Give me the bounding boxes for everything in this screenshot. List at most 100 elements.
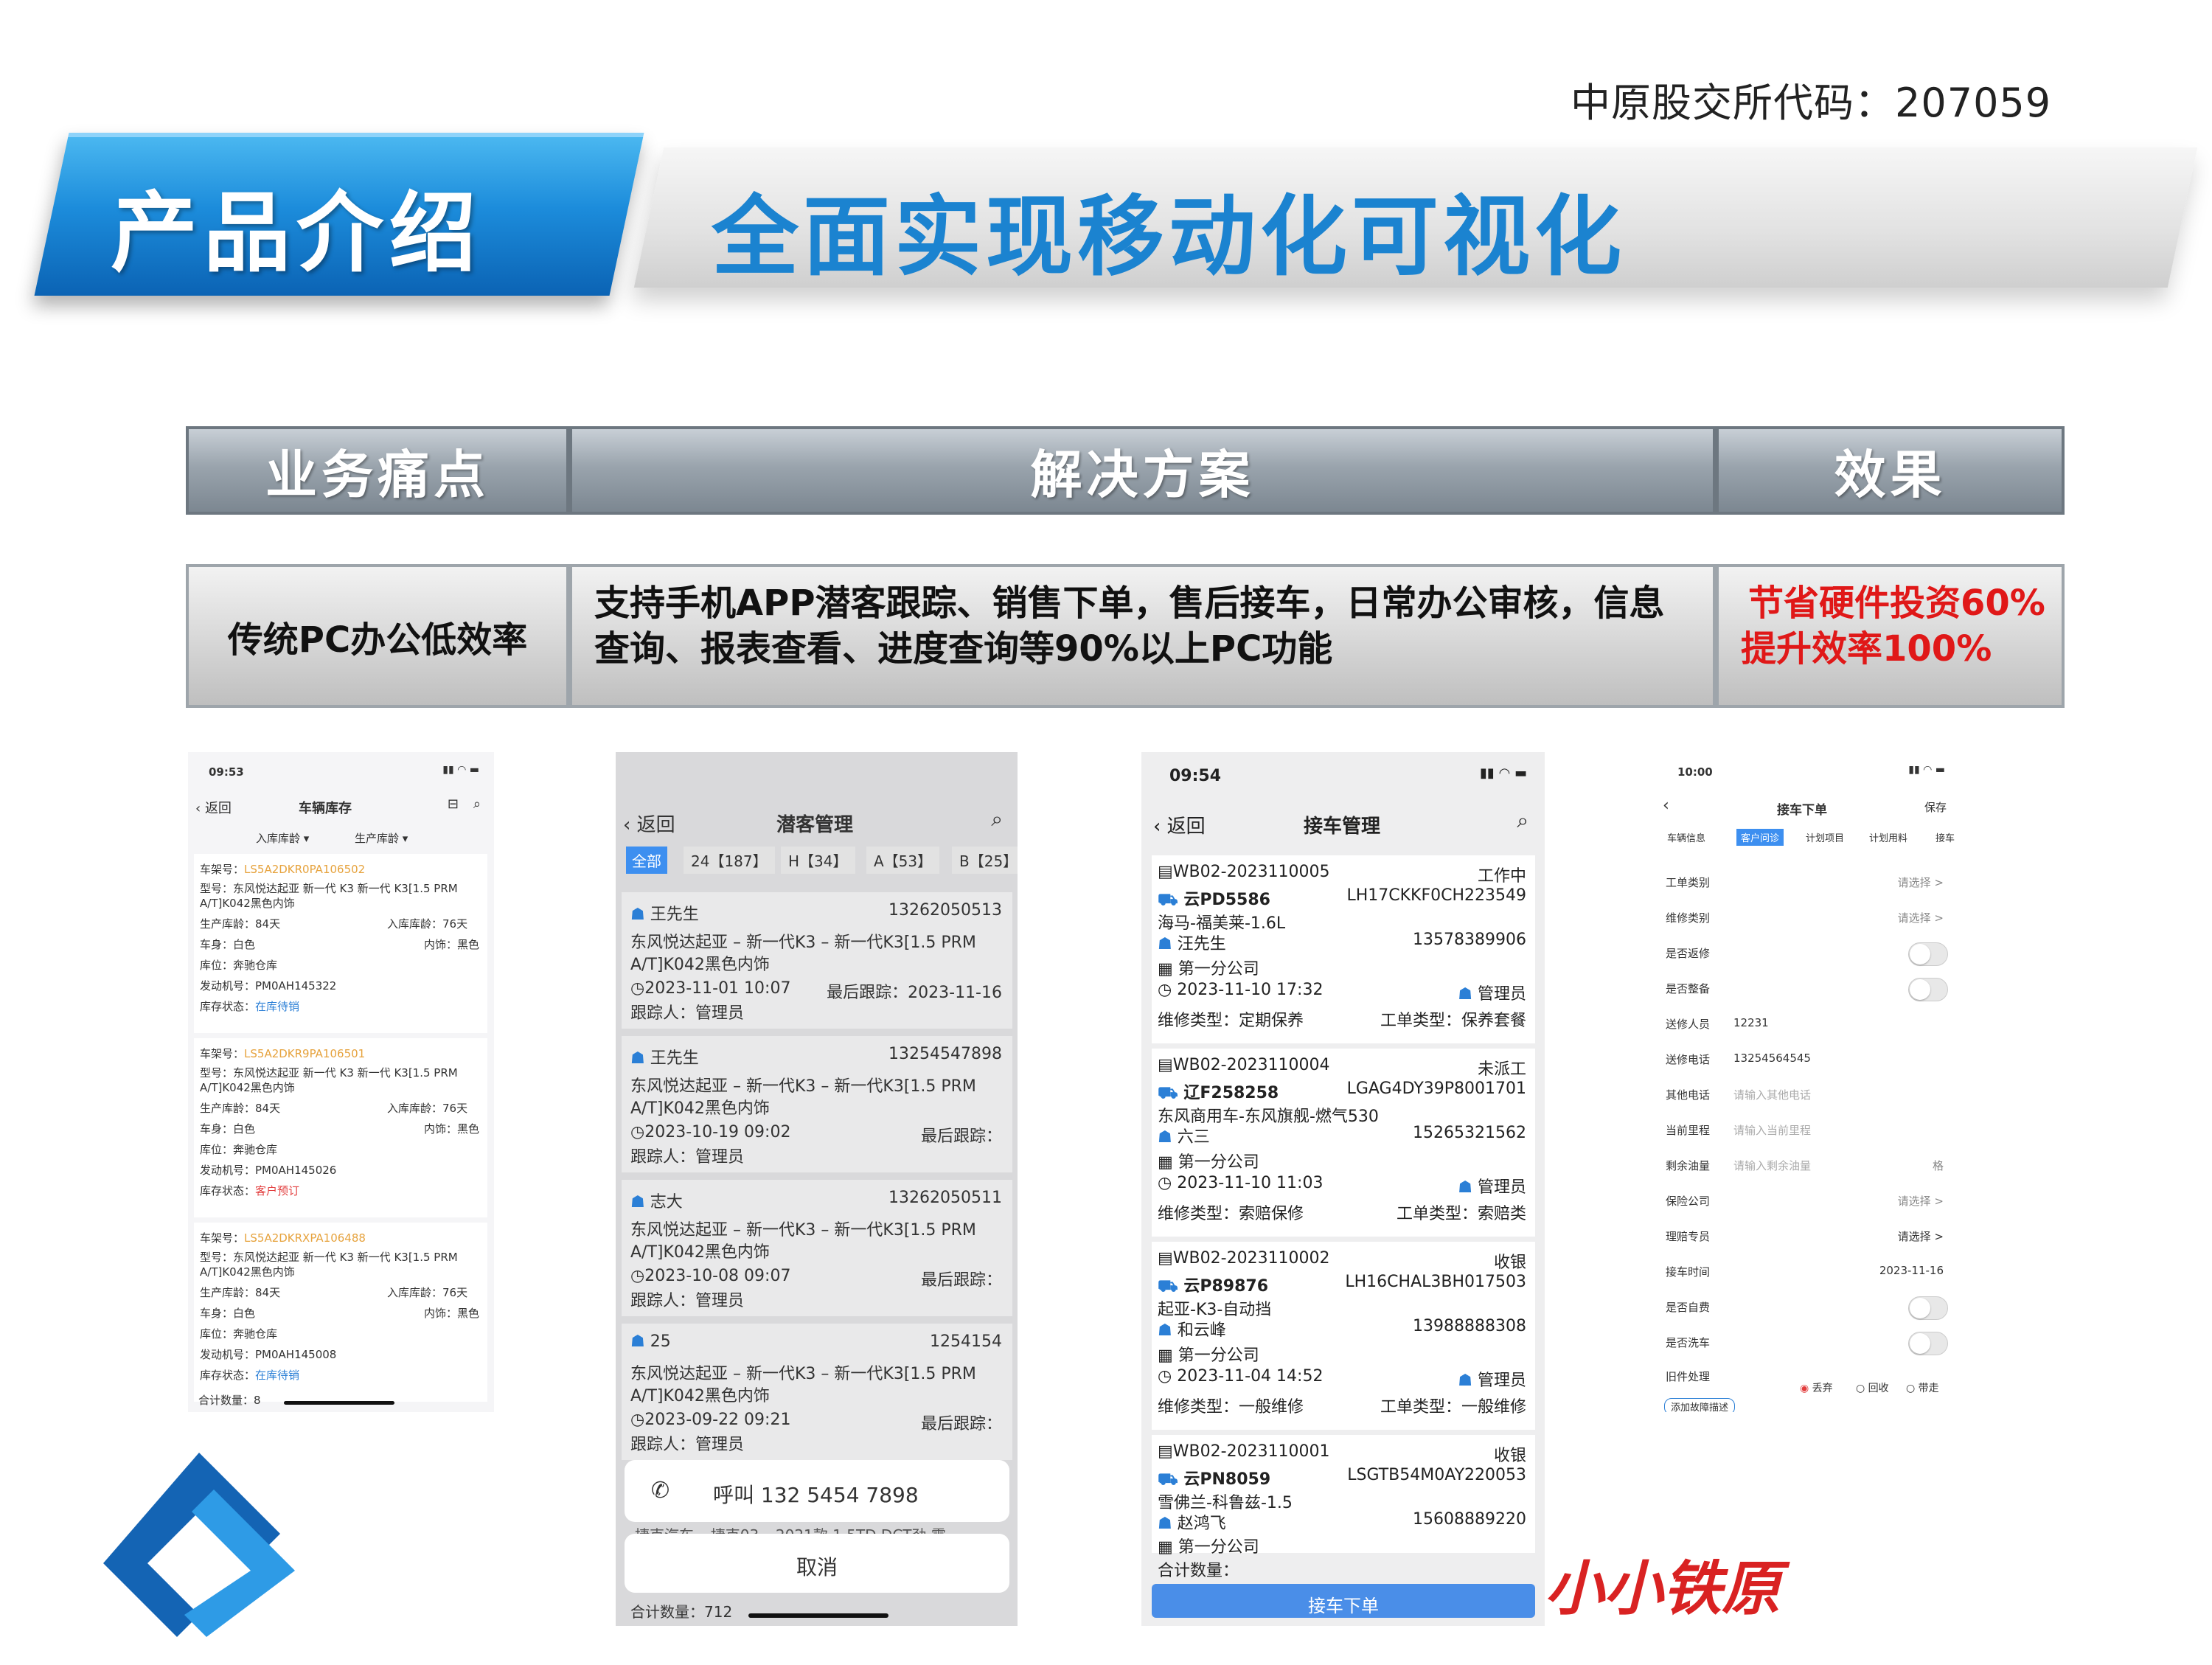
fuel-input[interactable]: 请输入剩余油量: [1733, 1158, 1811, 1173]
other-phone-input[interactable]: 请输入其他电话: [1733, 1087, 1811, 1102]
building-icon: ▦: [1158, 1153, 1173, 1172]
car-icon: ⛟: [1158, 891, 1178, 909]
page-title: 全面实现移动化可视化: [712, 186, 1627, 288]
phone-lead-management: ‹ 返回 潜客管理 ⌕ 全部 24【187】 H【34】 A【53】 B【25】…: [616, 752, 1018, 1626]
total-count: 合计数量：: [1158, 1562, 1239, 1580]
list-item[interactable]: ▤WB02-2023110001 收银 ⛟ 云PN8059 LSGTB54M0A…: [1152, 1435, 1535, 1557]
building-icon: ▦: [1158, 960, 1173, 979]
chevron-left-icon: ‹: [623, 814, 631, 836]
tab-plan-items[interactable]: 计划项目: [1806, 830, 1844, 844]
solution-line-2: 查询、报表查看、进度查询等90%以上PC功能: [594, 628, 1333, 670]
self-pay-toggle[interactable]: [1908, 1296, 1948, 1320]
doc-icon: ▤: [1158, 1249, 1173, 1268]
work-type-select[interactable]: 请选择 >: [1898, 875, 1944, 890]
tab-vehicle-info[interactable]: 车辆信息: [1667, 830, 1705, 844]
nav-title: 车辆库存: [299, 801, 352, 816]
list-item[interactable]: ☗ 25 1254154 东风悦达起亚 – 新一代K3 – 新一代K3[1.5 …: [622, 1324, 1012, 1460]
search-icon[interactable]: ⌕: [1517, 808, 1528, 833]
user-icon: ☗: [630, 906, 645, 924]
list-item[interactable]: ☗ 志大 13262050511 东风悦达起亚 – 新一代K3 – 新一代K3[…: [622, 1180, 1012, 1316]
status-time: 09:54: [1169, 767, 1222, 785]
doc-icon: ▤: [1158, 1056, 1173, 1074]
back-button[interactable]: ‹ 返回: [1153, 811, 1206, 838]
cell-solution: 支持手机APP潜客跟踪、销售下单，售后接车，日常办公审核，信息 查询、报表查看、…: [569, 564, 1716, 708]
tab-reception[interactable]: 接车: [1935, 830, 1955, 844]
effect-line-2: 提升效率100%: [1741, 628, 1992, 670]
radio-icon: ○: [1906, 1383, 1916, 1394]
nav-title: 潜客管理: [776, 814, 854, 836]
call-button[interactable]: ✆ 呼叫 132 5454 7898: [625, 1460, 1009, 1522]
home-indicator: [284, 1401, 394, 1405]
tab-all[interactable]: 全部: [626, 847, 667, 874]
list-item[interactable]: 车架号：LS5A2DKR0PA106502 型号：东风悦达起亚 新一代 K3 新…: [194, 854, 487, 1033]
radio-checked-icon: ◉: [1800, 1383, 1809, 1394]
cell-effect: 节省硬件投资60% 提升效率100%: [1716, 564, 2065, 708]
rework-toggle[interactable]: [1908, 942, 1948, 966]
status-icons: ▮▮ ◠ ▬: [1480, 765, 1527, 781]
header-solution: 解决方案: [569, 426, 1716, 515]
tab-plan-materials[interactable]: 计划用料: [1869, 830, 1907, 844]
chevron-left-icon: ‹: [1153, 816, 1161, 838]
building-icon: ▦: [1158, 1346, 1173, 1365]
tab-customer-consult[interactable]: 客户问诊: [1736, 829, 1784, 846]
clock-icon: ◷: [1158, 981, 1172, 999]
clock-icon: ◷: [630, 1123, 645, 1141]
phone-reception-management: 09:54 ▮▮ ◠ ▬ ‹ 返回 接车管理 ⌕ ▤WB02-202311000…: [1141, 752, 1545, 1626]
solution-line-1: 支持手机APP潜客跟踪、销售下单，售后接车，日常办公审核，信息: [594, 583, 1665, 624]
tab-h[interactable]: H【34】: [781, 847, 855, 874]
list-item[interactable]: 车架号：LS5A2DKR9PA106501 型号：东风悦达起亚 新一代 K3 新…: [194, 1038, 487, 1217]
tab-b[interactable]: B【25】: [952, 847, 1018, 874]
radio-discard[interactable]: ◉ 丢弃: [1800, 1380, 1833, 1395]
list-item[interactable]: ☗ 王先生 13262050513 东风悦达起亚 – 新一代K3 – 新一代K3…: [622, 892, 1012, 1029]
search-icon[interactable]: ⌕: [991, 807, 1003, 832]
claims-select[interactable]: 请选择 >: [1898, 1228, 1944, 1244]
tab-24[interactable]: 24【187】: [684, 847, 775, 874]
reception-time[interactable]: 2023-11-16: [1879, 1264, 1944, 1277]
phone-vehicle-inventory: 09:53 ▮▮ ◠ ▬ ‹ 返回 车辆库存 ⌕ ⊟ 入库库龄 ▾ 生产库龄 ▾…: [188, 752, 494, 1412]
mileage-input[interactable]: 请输入当前里程: [1733, 1122, 1811, 1138]
clock-icon: ◷: [630, 1411, 645, 1429]
scan-icon[interactable]: ⊟: [448, 796, 459, 812]
admin-icon: ☗: [1458, 1178, 1472, 1197]
user-icon: ☗: [1158, 1321, 1172, 1340]
total-count: 合计数量：712: [630, 1603, 733, 1621]
clock-icon: ◷: [630, 1267, 645, 1285]
search-icon[interactable]: ⌕: [473, 796, 481, 812]
total-count: 合计数量：8: [198, 1394, 261, 1407]
tab-a[interactable]: A【53】: [866, 847, 940, 874]
chevron-left-icon: ‹: [1663, 796, 1669, 815]
prep-toggle[interactable]: [1908, 978, 1948, 1001]
list-item[interactable]: ▤WB02-2023110004 未派工 ⛟ 辽F258258 LGAG4DY3…: [1152, 1049, 1535, 1237]
back-button[interactable]: ‹ 返回: [195, 798, 232, 817]
add-fault-button[interactable]: 添加故障描述: [1664, 1398, 1736, 1412]
stock-code: 中原股交所代码：207059: [1571, 80, 2052, 126]
car-icon: ⛟: [1158, 1470, 1178, 1489]
cancel-button[interactable]: 取消: [625, 1534, 1009, 1593]
radio-take[interactable]: ○ 带走: [1906, 1380, 1939, 1395]
save-button[interactable]: 保存: [1924, 799, 1947, 815]
back-button[interactable]: ‹: [1663, 796, 1669, 815]
radio-recycle[interactable]: ○ 回收: [1856, 1380, 1889, 1395]
repair-type-select[interactable]: 请选择 >: [1898, 910, 1944, 925]
create-order-button[interactable]: 接车下单: [1152, 1584, 1535, 1618]
list-item[interactable]: ▤WB02-2023110002 收银 ⛟ 云P89876 LH16CHAL3B…: [1152, 1242, 1535, 1430]
header-pain-point: 业务痛点: [186, 426, 569, 515]
sender-phone-input[interactable]: 13254564545: [1733, 1052, 1811, 1065]
filter-in-age[interactable]: 入库库龄 ▾: [256, 830, 309, 846]
list-item[interactable]: ▤WB02-2023110005 工作中 ⛟ 云PD5586 LH17CKKF0…: [1152, 855, 1535, 1043]
admin-icon: ☗: [1458, 1372, 1472, 1390]
filter-prod-age[interactable]: 生产库龄 ▾: [355, 830, 408, 846]
list-item[interactable]: ☗ 王先生 13254547898 东风悦达起亚 – 新一代K3 – 新一代K3…: [622, 1036, 1012, 1172]
product-label: 产品介绍: [111, 182, 483, 284]
sender-input[interactable]: 12231: [1733, 1016, 1769, 1029]
car-icon: ⛟: [1158, 1277, 1178, 1296]
status-time: 09:53: [209, 765, 244, 779]
pain-point-text: 传统PC办公低效率: [227, 619, 528, 661]
list-item[interactable]: 车架号：LS5A2DKRXPA106488 型号：东风悦达起亚 新一代 K3 新…: [194, 1223, 487, 1402]
company-logo: [103, 1453, 295, 1637]
insurer-select[interactable]: 请选择 >: [1898, 1193, 1944, 1209]
radio-icon: ○: [1856, 1383, 1865, 1394]
admin-icon: ☗: [1458, 985, 1472, 1004]
wash-toggle[interactable]: [1908, 1332, 1948, 1355]
back-button[interactable]: ‹ 返回: [623, 810, 675, 837]
